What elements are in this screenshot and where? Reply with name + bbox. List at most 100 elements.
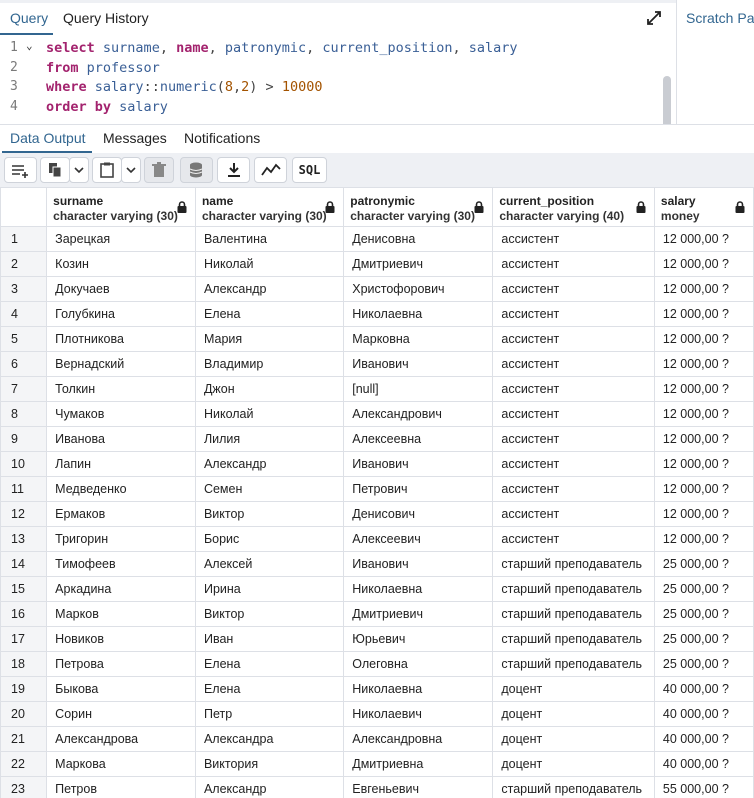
cell-patronymic[interactable]: Александровна: [343, 726, 494, 752]
tab-data-output[interactable]: Data Output: [10, 130, 86, 146]
cell-name[interactable]: Лилия: [194, 426, 345, 452]
cell-current_position[interactable]: ассистент: [492, 326, 655, 352]
cell-patronymic[interactable]: Евгеньевич: [343, 776, 494, 798]
cell-salary[interactable]: 12 000,00 ?: [653, 376, 754, 402]
row-number[interactable]: 10: [0, 451, 48, 477]
cell-name[interactable]: Владимир: [194, 351, 345, 377]
cell-surname[interactable]: Лапин: [46, 451, 196, 477]
cell-current_position[interactable]: старший преподаватель: [492, 601, 655, 627]
cell-salary[interactable]: 12 000,00 ?: [653, 526, 754, 552]
cell-patronymic[interactable]: Олеговна: [343, 651, 494, 677]
row-number[interactable]: 16: [0, 601, 48, 627]
table-row[interactable]: 18 Петрова Елена Олеговна старший преподават…: [0, 651, 754, 677]
row-number[interactable]: 11: [0, 476, 48, 502]
cell-salary[interactable]: 12 000,00 ?: [653, 426, 754, 452]
cell-surname[interactable]: Новиков: [46, 626, 196, 652]
cell-current_position[interactable]: ассистент: [492, 301, 655, 327]
cell-name[interactable]: Алексей: [194, 551, 345, 577]
cell-current_position[interactable]: старший преподаватель: [492, 576, 655, 602]
cell-salary[interactable]: 12 000,00 ?: [653, 351, 754, 377]
table-row[interactable]: 12 Ермаков Виктор Денисович ассистент 12 000,…: [0, 501, 754, 527]
table-row[interactable]: 3 Докучаев Александр Христофорович ассистент…: [0, 276, 754, 302]
cell-surname[interactable]: Аркадина: [46, 576, 196, 602]
cell-surname[interactable]: Тригорин: [46, 526, 196, 552]
cell-name[interactable]: Елена: [194, 676, 345, 702]
cell-patronymic[interactable]: Христофорович: [343, 276, 494, 302]
table-row[interactable]: 8 Чумаков Николай Александрович ассистент 12 …: [0, 401, 754, 427]
table-row[interactable]: 5 Плотникова Мария Марковна ассистент 12 000,…: [0, 326, 754, 352]
table-row[interactable]: 17 Новиков Иван Юрьевич старший преподавател…: [0, 626, 754, 652]
cell-salary[interactable]: 25 000,00 ?: [653, 651, 754, 677]
cell-surname[interactable]: Петрова: [46, 651, 196, 677]
table-row[interactable]: 9 Иванова Лилия Алексеевна ассистент 12 000,0…: [0, 426, 754, 452]
cell-patronymic[interactable]: Александрович: [343, 401, 494, 427]
cell-salary[interactable]: 12 000,00 ?: [653, 401, 754, 427]
cell-patronymic[interactable]: Иванович: [343, 551, 494, 577]
code-line[interactable]: from professor: [46, 60, 160, 76]
table-row[interactable]: 10 Лапин Александр Иванович ассистент 12 000,…: [0, 451, 754, 477]
cell-salary[interactable]: 12 000,00 ?: [653, 226, 754, 252]
cell-name[interactable]: Виктория: [194, 751, 345, 777]
cell-current_position[interactable]: старший преподаватель: [492, 551, 655, 577]
delete-button[interactable]: [144, 157, 174, 183]
cell-salary[interactable]: 25 000,00 ?: [653, 576, 754, 602]
column-header-surname[interactable]: surname character varying (30): [46, 187, 196, 227]
cell-surname[interactable]: Александрова: [46, 726, 196, 752]
table-row[interactable]: 6 Вернадский Владимир Иванович ассистент 12 0…: [0, 351, 754, 377]
table-row[interactable]: 22 Маркова Виктория Дмитриевна доцент 40 000,…: [0, 751, 754, 777]
column-header-patronymic[interactable]: patronymic character varying (30): [343, 187, 494, 227]
cell-surname[interactable]: Иванова: [46, 426, 196, 452]
row-number[interactable]: 17: [0, 626, 48, 652]
add-row-button[interactable]: [4, 157, 37, 183]
code-line[interactable]: order by salary: [46, 99, 168, 115]
cell-name[interactable]: Елена: [194, 301, 345, 327]
cell-salary[interactable]: 25 000,00 ?: [653, 601, 754, 627]
cell-current_position[interactable]: ассистент: [492, 251, 655, 277]
row-number[interactable]: 2: [0, 251, 48, 277]
cell-surname[interactable]: Марков: [46, 601, 196, 627]
expand-icon[interactable]: [646, 10, 662, 26]
cell-surname[interactable]: Чумаков: [46, 401, 196, 427]
row-number[interactable]: 9: [0, 426, 48, 452]
table-row[interactable]: 15 Аркадина Ирина Николаевна старший препода…: [0, 576, 754, 602]
table-row[interactable]: 19 Быкова Елена Николаевна доцент 40 000,00 ?: [0, 676, 754, 702]
table-row[interactable]: 11 Медведенко Семен Петрович ассистент 12 000…: [0, 476, 754, 502]
table-row[interactable]: 21 Александрова Александра Александровна доц…: [0, 726, 754, 752]
cell-current_position[interactable]: ассистент: [492, 526, 655, 552]
cell-surname[interactable]: Вернадский: [46, 351, 196, 377]
cell-patronymic[interactable]: Дмитриевна: [343, 751, 494, 777]
cell-patronymic[interactable]: [null]: [343, 376, 494, 402]
code-line[interactable]: select surname, name, patronymic, curren…: [46, 40, 518, 56]
paste-button[interactable]: [92, 157, 122, 183]
fold-chevron-icon[interactable]: ⌄: [26, 39, 33, 52]
row-number[interactable]: 1: [0, 226, 48, 252]
cell-surname[interactable]: Плотникова: [46, 326, 196, 352]
cell-name[interactable]: Виктор: [194, 601, 345, 627]
cell-patronymic[interactable]: Дмитриевич: [343, 601, 494, 627]
cell-patronymic[interactable]: Иванович: [343, 351, 494, 377]
table-row[interactable]: 13 Тригорин Борис Алексеевич ассистент 12 000…: [0, 526, 754, 552]
cell-patronymic[interactable]: Николаевна: [343, 676, 494, 702]
cell-name[interactable]: Николай: [194, 401, 345, 427]
paste-options-dropdown[interactable]: [121, 157, 141, 183]
row-number[interactable]: 12: [0, 501, 48, 527]
code-line[interactable]: where salary::numeric(8,2) > 10000: [46, 79, 322, 95]
row-number[interactable]: 18: [0, 651, 48, 677]
cell-salary[interactable]: 25 000,00 ?: [653, 551, 754, 577]
cell-patronymic[interactable]: Денисовна: [343, 226, 494, 252]
cell-surname[interactable]: Зарецкая: [46, 226, 196, 252]
row-number[interactable]: 15: [0, 576, 48, 602]
data-output-grid[interactable]: surname character varying (30) name charact…: [0, 187, 754, 798]
cell-salary[interactable]: 40 000,00 ?: [653, 726, 754, 752]
table-row[interactable]: 7 Толкин Джон [null] ассистент 12 000,00 ?: [0, 376, 754, 402]
row-number[interactable]: 13: [0, 526, 48, 552]
cell-current_position[interactable]: ассистент: [492, 476, 655, 502]
row-number[interactable]: 3: [0, 276, 48, 302]
row-number[interactable]: 14: [0, 551, 48, 577]
cell-salary[interactable]: 40 000,00 ?: [653, 701, 754, 727]
cell-salary[interactable]: 55 000,00 ?: [653, 776, 754, 798]
cell-name[interactable]: Елена: [194, 651, 345, 677]
cell-current_position[interactable]: ассистент: [492, 401, 655, 427]
cell-name[interactable]: Семен: [194, 476, 345, 502]
row-number[interactable]: 4: [0, 301, 48, 327]
